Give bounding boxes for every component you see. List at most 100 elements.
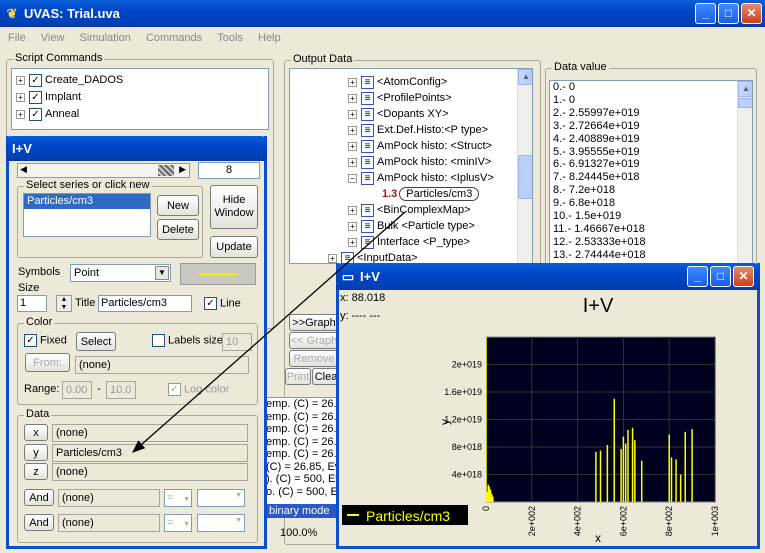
range-max-input[interactable]: 10.0 [106,381,136,399]
output-data-tree[interactable]: + ≡ <AtomConfig> + ≡ <ProfilePoints> + ≡ <Dopa… [289,68,533,264]
scroll-left-icon[interactable]: ◀ [20,164,27,175]
plot-chart[interactable]: I+V 4e+0188e+0181.2e+0191.6e+0192e+0190 2… [339,290,757,546]
tree-item-anneal[interactable]: + ✓ Anneal [16,106,79,122]
log-color-checkbox[interactable]: ✓ Log color [168,383,229,396]
tree-item-interface-ptype[interactable]: + ≡ Interface <P_type> [348,234,470,250]
line-color-swatch[interactable] [180,263,256,285]
tree-item-inputdata[interactable]: + ≡ <InputData> [328,250,418,263]
scroll-right-icon[interactable]: ▶ [179,164,186,175]
y-data-button[interactable]: y [24,444,48,461]
minimize-icon[interactable]: _ [687,266,708,287]
remove-button[interactable]: Remove [289,350,339,367]
z-data-button[interactable]: z [24,463,48,480]
expand-icon[interactable]: + [16,109,25,119]
menu-view[interactable]: View [35,29,71,47]
scroll-thumb[interactable] [738,98,752,108]
tree-item-ampock-iplusv[interactable]: − ≡ AmPock histo: <IplusV> [348,170,494,186]
scroll-up-icon[interactable]: ▲ [738,81,752,97]
title-input[interactable]: Particles/cm3 [98,295,192,312]
data-row[interactable]: 7.- 8.24445e+018 [550,171,752,184]
data-value-list[interactable]: 0.- 0 1.- 0 2.- 2.55997e+019 3.- 2.72664… [549,80,753,266]
scroll-up-icon[interactable]: ▲ [518,69,532,85]
close-icon[interactable]: ✕ [741,3,762,24]
data-row[interactable]: 8.- 7.2e+018 [550,184,752,197]
menu-help[interactable]: Help [252,29,287,47]
tree-item-ampock-struct[interactable]: + ≡ AmPock histo: <Struct> [348,138,492,154]
tree-item-bincomplexmap[interactable]: + ≡ <BinComplexMap> [348,202,471,218]
iv-dialog-titlebar[interactable]: I+V [6,136,267,161]
window-icon: ▭ [341,268,355,284]
series-list[interactable]: Particles/cm3 [23,193,151,237]
maximize-icon[interactable]: □ [718,3,739,24]
scroll-thumb[interactable] [158,165,174,176]
x-data-button[interactable]: x [24,424,48,441]
menu-simulation[interactable]: Simulation [74,29,137,47]
update-button[interactable]: Update [210,236,258,258]
chevron-down-icon[interactable]: ▼ [155,266,169,280]
and-value-select-2[interactable]: ▼ [197,514,245,532]
log-area[interactable]: emp. (C) = 26. emp. (C) = 26. emp. (C) =… [265,397,340,505]
tree-item-extdef-histo[interactable]: + ≡ Ext.Def.Histo:<P type> [348,122,488,138]
series-hscroll[interactable]: ◀ ▶ [17,163,190,178]
series-item[interactable]: Particles/cm3 [24,194,150,209]
new-series-button[interactable]: New [157,195,199,216]
x-tick-label: 8e+002 [664,506,674,536]
tree-item-ampock-miniv[interactable]: + ≡ AmPock histo: <minIV> [348,154,491,170]
scroll-thumb[interactable] [518,155,532,199]
data-row[interactable]: 10.- 1.5e+019 [550,210,752,223]
data-row[interactable]: 6.- 6.91327e+019 [550,158,752,171]
data-row[interactable]: 2.- 2.55997e+019 [550,107,752,120]
symbols-select[interactable]: Point ▼ [70,264,171,282]
and-button-2[interactable]: And [24,514,54,531]
menu-tools[interactable]: Tools [211,29,249,47]
data-row[interactable]: 0.- 0 [550,81,752,94]
minimize-icon[interactable]: _ [695,3,716,24]
tree-item-profilepoints[interactable]: + ≡ <ProfilePoints> [348,90,452,106]
hide-window-button[interactable]: Hide Window [210,185,258,229]
and-button-1[interactable]: And [24,489,54,506]
from-button[interactable]: From: [25,353,70,372]
main-titlebar[interactable]: ❦ UVAS: Trial.uva _ □ ✕ [0,0,765,27]
data-row[interactable]: 11.- 1.46667e+018 [550,223,752,236]
tree-item-implant[interactable]: + ✓ Implant [16,89,81,105]
size-input[interactable]: 1 [17,295,47,312]
delete-series-button[interactable]: Delete [157,219,199,240]
output-tree-scrollbar[interactable]: ▲ [517,69,532,263]
data-row[interactable]: 13.- 2.74444e+018 [550,249,752,262]
tree-item-particles-cm3[interactable]: 1.3 Particles/cm3 [382,186,480,202]
tree-item-dopants-xy[interactable]: + ≡ <Dopants XY> [348,106,449,122]
data-row[interactable]: 4.- 2.40889e+019 [550,133,752,146]
labels-size-checkbox[interactable]: Labels size [152,334,222,347]
close-icon[interactable]: ✕ [733,266,754,287]
data-row[interactable]: 9.- 6.8e+018 [550,197,752,210]
and-operator-select-1[interactable]: = ▼ [164,489,192,507]
range-min-input[interactable]: 0.00 [62,381,92,399]
select-color-button[interactable]: Select [76,332,116,351]
and-operator-select-2[interactable]: = ▼ [164,514,192,532]
maximize-icon[interactable]: □ [710,266,731,287]
menu-file[interactable]: File [2,29,32,47]
graph-back-button[interactable]: << Graph [289,332,339,349]
and-value-select-1[interactable]: ▼ [197,489,245,507]
print-button[interactable]: Print [285,368,311,385]
data-value-scrollbar[interactable]: ▲ [737,81,752,265]
fixed-checkbox[interactable]: ✓ Fixed [24,334,67,347]
plot-window-titlebar[interactable]: ▭ I+V _ □ ✕ [336,263,760,290]
tree-item-bulk-particle[interactable]: + ≡ Bulk <Particle type> [348,218,475,234]
and-field-2: (none) [58,514,160,532]
tree-item-atomconfig[interactable]: + ≡ <AtomConfig> [348,74,447,90]
labels-size-input[interactable]: 10 [222,333,252,351]
data-row[interactable]: 1.- 0 [550,94,752,107]
script-commands-tree[interactable]: + ✓ Create_DADOS + ✓ Implant + ✓ Anneal [11,68,269,130]
size-spinner[interactable]: ▲ ▼ [56,295,72,312]
expand-icon[interactable]: + [16,75,25,85]
x-tick-label: 6e+002 [618,506,628,536]
data-row[interactable]: 5.- 3.95555e+019 [550,146,752,159]
menu-commands[interactable]: Commands [140,29,208,47]
expand-icon[interactable]: + [16,92,25,102]
tree-item-create-dados[interactable]: + ✓ Create_DADOS [16,72,123,88]
graph-forward-button[interactable]: >>Graph [289,314,339,331]
data-row[interactable]: 3.- 2.72664e+019 [550,120,752,133]
data-row[interactable]: 12.- 2.53333e+018 [550,236,752,249]
line-checkbox[interactable]: ✓ Line [204,297,241,310]
